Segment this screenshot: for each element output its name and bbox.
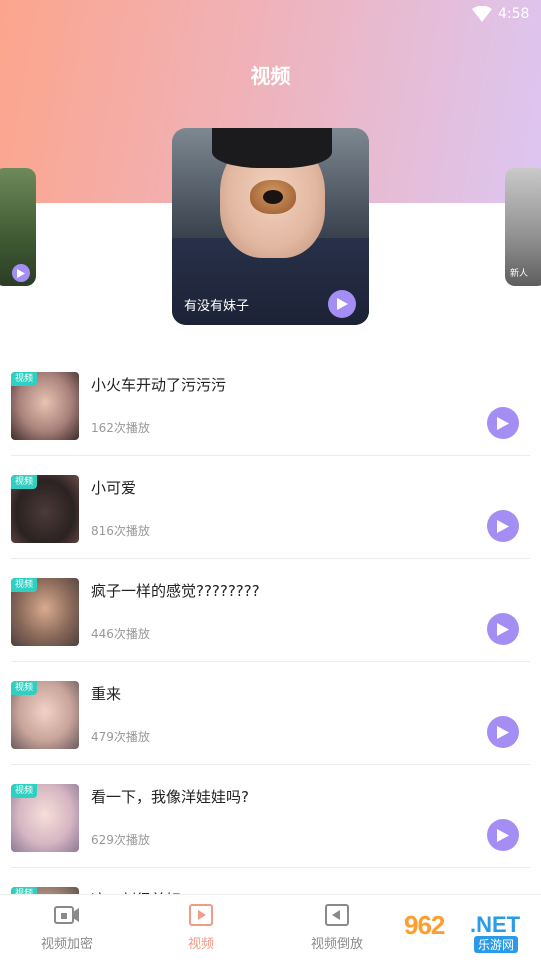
featured-caption: 有没有妹子 bbox=[184, 299, 250, 314]
play-icon[interactable] bbox=[487, 407, 519, 439]
video-tag: 视频 bbox=[11, 475, 38, 489]
video-tag: 视频 bbox=[11, 681, 38, 695]
page-title: 视频 bbox=[250, 64, 291, 88]
video-thumbnail: 视频 bbox=[11, 784, 79, 852]
item-play-count: 479次播放 bbox=[91, 730, 150, 744]
play-icon[interactable] bbox=[328, 290, 356, 318]
nav-label: 视频倒放 bbox=[310, 937, 363, 952]
item-title: 小火车开动了污污污 bbox=[91, 376, 227, 394]
video-play-icon bbox=[189, 904, 213, 926]
video-tag: 视频 bbox=[11, 372, 38, 386]
video-thumbnail: 视频 bbox=[11, 475, 79, 543]
item-play-count: 629次播放 bbox=[91, 833, 150, 847]
carousel-card-featured[interactable]: 有没有妹子 bbox=[172, 128, 369, 325]
item-play-count: 446次播放 bbox=[91, 627, 150, 641]
carousel-card-right[interactable]: 新人 bbox=[505, 168, 541, 286]
item-title: 看一下，我像洋娃娃吗? bbox=[91, 788, 249, 806]
wifi-icon bbox=[472, 6, 492, 22]
video-reverse-icon bbox=[325, 904, 349, 926]
card-tag: 新人 bbox=[510, 269, 529, 279]
video-thumbnail: 视频 bbox=[11, 681, 79, 749]
video-tag: 视频 bbox=[11, 784, 38, 798]
watermark-subtitle: 乐游网 bbox=[474, 936, 519, 953]
status-time: 4:58 bbox=[498, 6, 530, 22]
play-icon[interactable] bbox=[12, 264, 30, 282]
video-list: 视频 小火车开动了污污污 162次播放 视频 小可爱 816次播放 视频 疯子一… bbox=[11, 353, 530, 962]
video-tag: 视频 bbox=[11, 578, 38, 592]
video-thumbnail: 视频 bbox=[11, 578, 79, 646]
video-thumbnail: 视频 bbox=[11, 372, 79, 440]
carousel-card-left[interactable] bbox=[0, 168, 36, 286]
status-bar: 4:58 bbox=[0, 0, 541, 30]
play-icon[interactable] bbox=[487, 716, 519, 748]
site-watermark: 962 .NET 乐游网 bbox=[402, 908, 536, 954]
nav-item-video[interactable]: 视频 bbox=[146, 903, 256, 952]
item-play-count: 816次播放 bbox=[91, 524, 150, 538]
play-icon[interactable] bbox=[487, 819, 519, 851]
list-item[interactable]: 视频 小火车开动了污污污 162次播放 bbox=[11, 353, 530, 456]
nav-label: 视频 bbox=[187, 937, 214, 952]
list-item[interactable]: 视频 小可爱 816次播放 bbox=[11, 456, 530, 559]
play-icon[interactable] bbox=[487, 613, 519, 645]
nav-item-video-encrypt[interactable]: 视频加密 bbox=[12, 903, 122, 952]
nav-label: 视频加密 bbox=[40, 937, 93, 952]
list-item[interactable]: 视频 重来 479次播放 bbox=[11, 662, 530, 765]
item-title: 疯子一样的感觉???????? bbox=[91, 582, 260, 600]
list-item[interactable]: 视频 看一下，我像洋娃娃吗? 629次播放 bbox=[11, 765, 530, 868]
watermark-suffix: .NET bbox=[470, 912, 521, 937]
nav-item-video-reverse[interactable]: 视频倒放 bbox=[282, 903, 392, 952]
list-item[interactable]: 视频 疯子一样的感觉???????? 446次播放 bbox=[11, 559, 530, 662]
item-title: 重来 bbox=[91, 685, 122, 703]
item-title: 小可爱 bbox=[91, 479, 137, 497]
play-icon[interactable] bbox=[487, 510, 519, 542]
watermark-number: 962 bbox=[404, 910, 445, 940]
video-lock-icon bbox=[54, 906, 79, 924]
item-play-count: 162次播放 bbox=[91, 421, 150, 435]
